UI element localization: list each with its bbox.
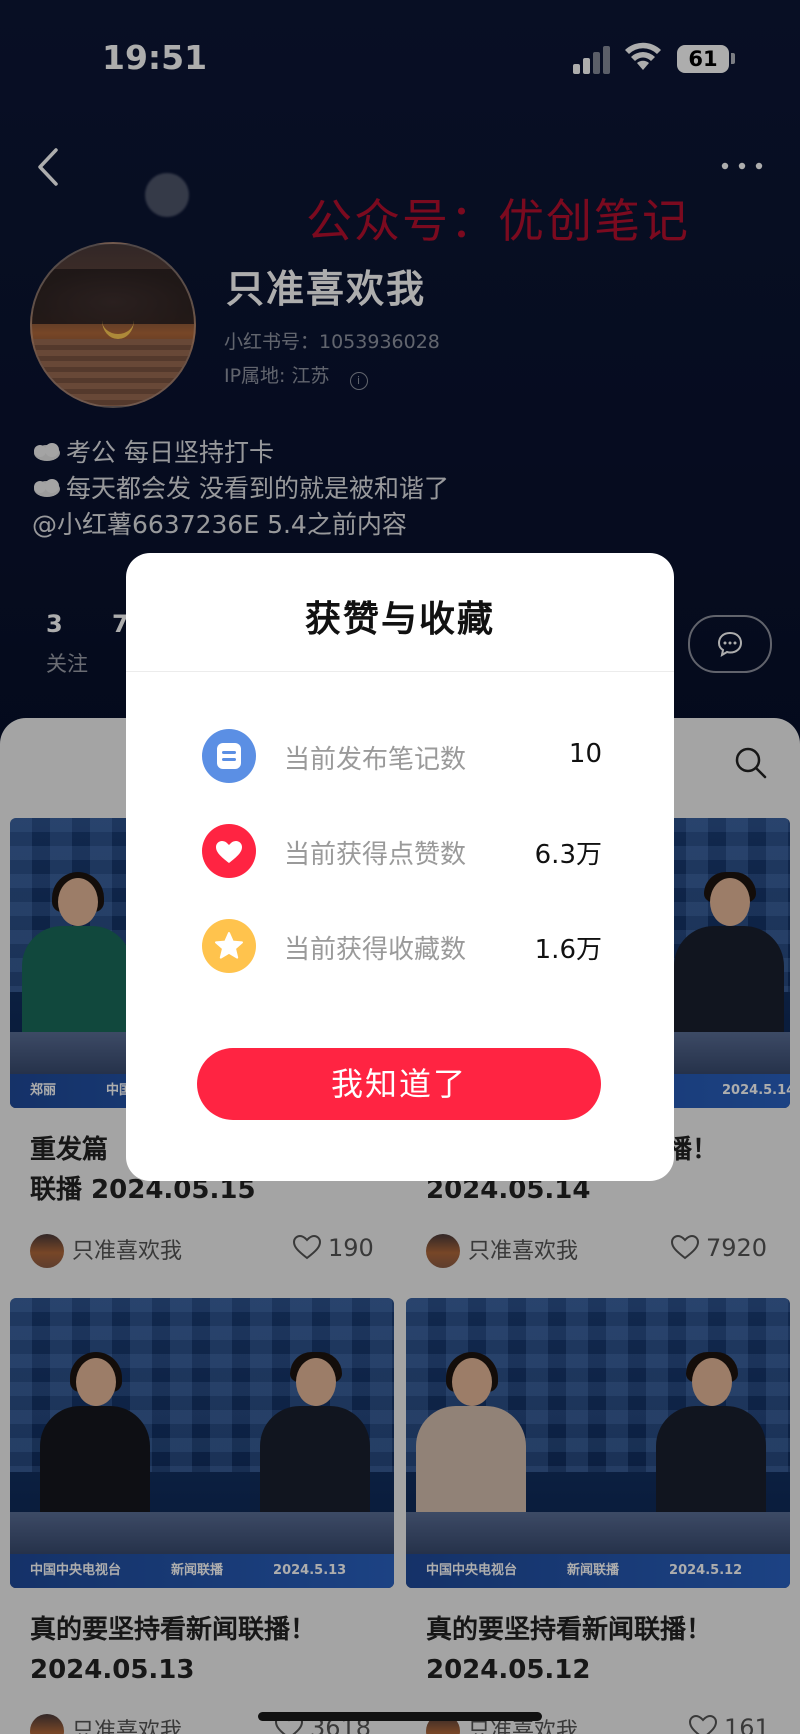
home-indicator[interactable] [258,1712,542,1721]
stat-value: 10 [568,739,602,769]
star-icon [202,919,256,973]
got-it-button[interactable]: 我知道了 [197,1048,601,1120]
stat-label: 当前获得收藏数 [284,935,467,965]
heart-icon [202,824,256,878]
profile-screen: 19:51 61 公众号：优创笔记 只准喜欢我 小红书号：1053936028 … [0,0,800,1734]
stat-label: 当前获得点赞数 [284,840,467,870]
stat-row-likes: 当前获得点赞数 6.3万 [202,824,602,880]
stat-row-saves: 当前获得收藏数 1.6万 [202,919,602,975]
stat-row-notes: 当前发布笔记数 10 [202,729,602,785]
stat-value: 1.6万 [534,935,602,965]
likes-and-saves-dialog: 获赞与收藏 当前发布笔记数 10 当前获得点赞数 6.3万 当前获得收藏数 1.… [126,553,674,1181]
note-icon [202,729,256,783]
divider [126,671,674,672]
stat-label: 当前发布笔记数 [284,745,467,775]
stat-value: 6.3万 [534,840,602,870]
dialog-title: 获赞与收藏 [304,599,495,640]
